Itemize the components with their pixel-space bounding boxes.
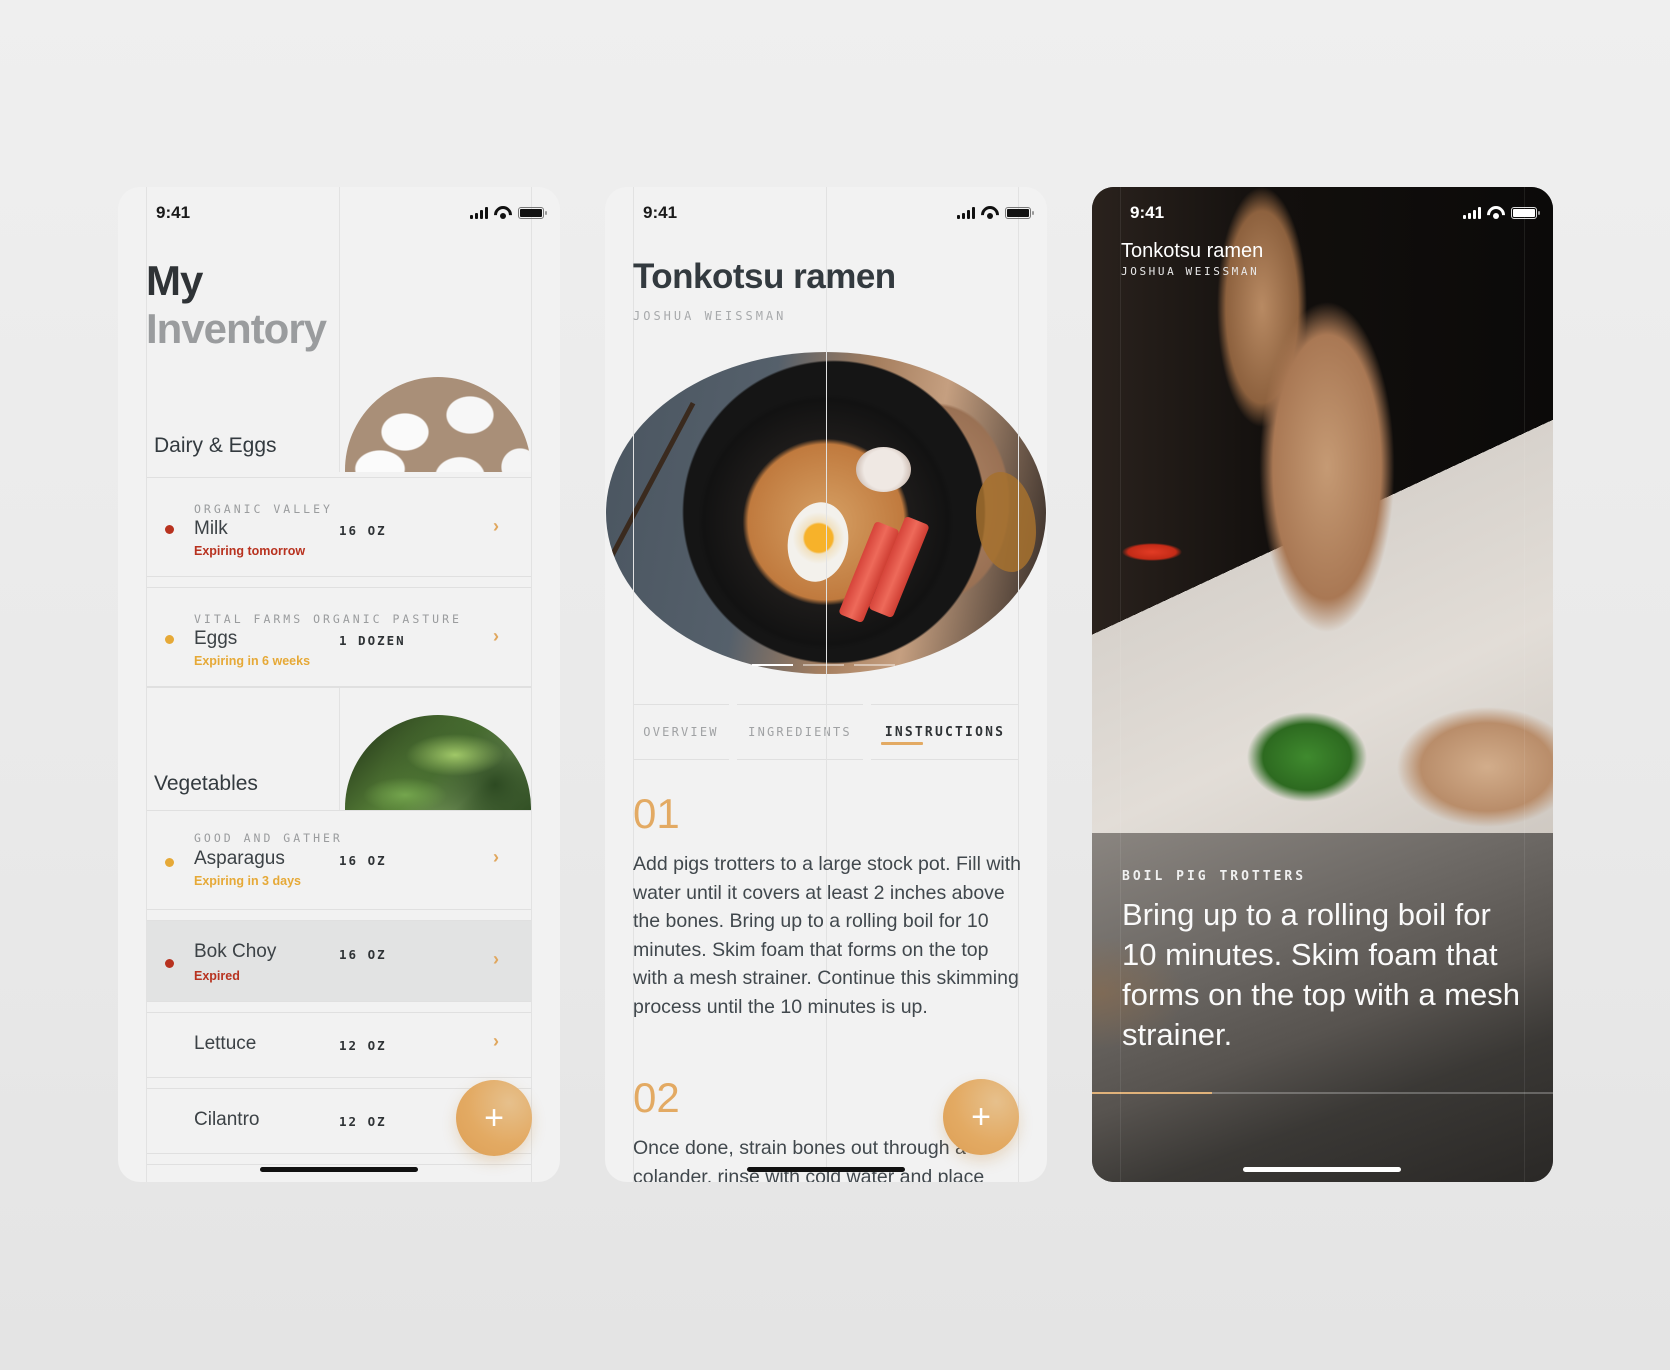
plus-icon: + [484, 1098, 504, 1137]
page-title: My Inventory [146, 257, 327, 353]
item-name: Asparagus [194, 848, 285, 869]
inventory-item-asparagus[interactable]: GOOD AND GATHER Asparagus 16 OZ Expiring… [146, 810, 532, 910]
item-name: Milk [194, 518, 228, 539]
step-label: BOIL PIG TROTTERS [1122, 869, 1307, 884]
step-progress-fill [1092, 1092, 1212, 1094]
step-text: Bring up to a rolling boil for 10 minute… [1122, 897, 1521, 1052]
step-progress-bar [1092, 1092, 1553, 1094]
title-line-2: Inventory [146, 305, 327, 352]
section-header-vegetables: Vegetables [146, 687, 532, 810]
inventory-item-lettuce[interactable]: Lettuce 12 OZ › [146, 1012, 532, 1078]
step-number: 02 [633, 1074, 680, 1121]
recipe-author: JOSHUA WEISSMAN [1121, 265, 1260, 278]
cellular-signal-icon [957, 206, 975, 219]
step-number: 01 [633, 790, 680, 837]
home-indicator[interactable] [260, 1167, 418, 1172]
status-dot-urgent [165, 525, 174, 534]
carousel-dot-active[interactable] [752, 664, 793, 666]
status-time: 9:41 [1130, 203, 1165, 222]
active-tab-underline [881, 742, 923, 745]
wifi-icon [981, 206, 999, 219]
item-expiry: Expiring in 3 days [194, 874, 301, 888]
step-card: BOIL PIG TROTTERS Bring up to a rolling … [1092, 833, 1553, 1182]
chevron-right-icon: › [493, 1031, 499, 1051]
section-title: Vegetables [154, 772, 258, 795]
chevron-right-icon: › [493, 516, 499, 536]
grid-line [146, 187, 147, 1182]
item-quantity: 16 OZ [339, 853, 387, 868]
title-line-1: My [146, 257, 203, 304]
grid-line [1018, 187, 1019, 1182]
cellular-signal-icon [470, 206, 488, 219]
status-dot-urgent [165, 959, 174, 968]
status-bar: 9:41 [643, 201, 1034, 225]
wifi-icon [1487, 206, 1505, 219]
item-brand: ORGANIC VALLEY [194, 502, 333, 516]
chevron-right-icon: › [493, 626, 499, 646]
battery-icon [1005, 206, 1034, 219]
grid-line [633, 187, 634, 1182]
inventory-item-milk[interactable]: ORGANIC VALLEY Milk 16 OZ Expiring tomor… [146, 477, 532, 577]
item-name: Lettuce [194, 1033, 257, 1054]
status-bar: 9:41 [156, 201, 547, 225]
chevron-right-icon: › [493, 949, 499, 969]
eggs-photo [339, 377, 532, 472]
item-quantity: 16 OZ [339, 947, 387, 962]
tab-overview[interactable]: OVERVIEW [633, 704, 729, 760]
home-indicator[interactable] [1243, 1167, 1401, 1172]
tab-label: INGREDIENTS [748, 725, 852, 739]
cook-mode-screen: 9:41 Tonkotsu ramen JOSHUA WEISSMAN BOIL… [1092, 187, 1553, 1182]
tab-ingredients[interactable]: INGREDIENTS [737, 704, 863, 760]
inventory-screen: 9:41 My Inventory Dairy & Eggs ORGANIC V… [118, 187, 560, 1182]
recipe-title: Tonkotsu ramen [633, 257, 896, 296]
item-quantity: 12 OZ [339, 1114, 387, 1129]
status-bar: 9:41 [1130, 201, 1540, 225]
tab-instructions[interactable]: INSTRUCTIONS [871, 704, 1019, 760]
grid-line [339, 688, 340, 810]
inventory-item-bok-choy[interactable]: Bok Choy 16 OZ Expired › [146, 920, 532, 1002]
grid-line [1524, 187, 1525, 1182]
step-text: Add pigs trotters to a large stock pot. … [633, 853, 1022, 1018]
cooking-photo [1092, 187, 1553, 833]
item-name: Bok Choy [194, 941, 277, 962]
status-time: 9:41 [643, 203, 678, 222]
section-title: Dairy & Eggs [154, 434, 277, 457]
add-button[interactable]: + [943, 1079, 1019, 1155]
carousel-indicator [752, 664, 895, 666]
carousel-dot[interactable] [854, 664, 895, 666]
cellular-signal-icon [1463, 206, 1481, 219]
battery-icon [518, 206, 547, 219]
item-expiry: Expired [194, 969, 240, 983]
recipe-author: JOSHUA WEISSMAN [633, 309, 787, 323]
wifi-icon [494, 206, 512, 219]
status-time: 9:41 [156, 203, 191, 222]
item-quantity: 12 OZ [339, 1038, 387, 1053]
tab-label: OVERVIEW [643, 725, 719, 739]
greens-photo [339, 715, 532, 810]
item-quantity: 16 OZ [339, 523, 387, 538]
item-expiry: Expiring tomorrow [194, 544, 306, 558]
tab-label: INSTRUCTIONS [884, 724, 1006, 740]
recipe-screen: 9:41 Tonkotsu ramen JOSHUA WEISSMAN OVER… [605, 187, 1047, 1182]
status-dot-warning [165, 858, 174, 867]
grid-line [339, 187, 340, 472]
item-name: Cilantro [194, 1109, 260, 1130]
carousel-dot[interactable] [803, 664, 844, 666]
item-name: Eggs [194, 628, 238, 649]
grid-line [826, 187, 827, 1182]
recipe-title: Tonkotsu ramen [1121, 240, 1264, 262]
add-item-button[interactable]: + [456, 1080, 532, 1156]
item-brand: GOOD AND GATHER [194, 831, 343, 845]
plus-icon: + [971, 1097, 991, 1136]
battery-icon [1511, 206, 1540, 219]
item-brand: VITAL FARMS ORGANIC PASTURE [194, 612, 462, 626]
home-indicator[interactable] [747, 1167, 905, 1172]
chevron-right-icon: › [493, 847, 499, 867]
status-dot-warning [165, 635, 174, 644]
item-quantity: 1 DOZEN [339, 633, 406, 648]
inventory-item-eggs[interactable]: VITAL FARMS ORGANIC PASTURE Eggs 1 DOZEN… [146, 587, 532, 687]
item-expiry: Expiring in 6 weeks [194, 654, 311, 668]
grid-line [531, 187, 532, 1182]
grid-line [1120, 187, 1121, 1182]
